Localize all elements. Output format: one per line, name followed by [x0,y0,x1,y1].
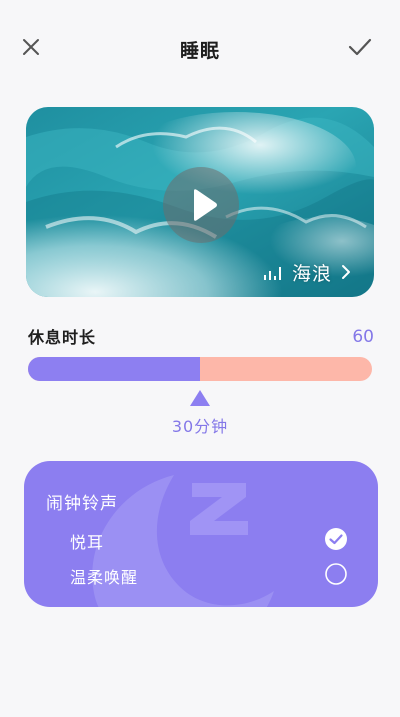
alarm-title: 闹钟铃声 [46,494,118,514]
duration-slider[interactable] [28,357,372,381]
top-bar: 睡眠 [0,0,400,96]
unchecked-circle-icon[interactable] [324,562,348,586]
slider-thumb-icon[interactable] [189,389,211,407]
duration-value: 30分钟 [171,417,229,436]
alarm-option-pleasant[interactable]: 悦耳 [24,525,378,555]
alarm-card: 闹钟铃声 悦耳 温柔唤醒 [24,461,378,607]
sound-card[interactable]: 海浪 [26,107,374,297]
slider-fill [28,357,200,381]
checked-circle-icon[interactable] [324,527,348,551]
alarm-option-gentle-wake[interactable]: 温柔唤醒 [24,560,378,590]
duration-label: 休息时长 [28,328,97,347]
chevron-right-icon [342,265,351,279]
duration-max-value: 60 [352,327,374,347]
play-icon[interactable] [163,167,239,243]
sound-selector[interactable]: 海浪 [262,259,354,285]
page-title: 睡眠 [179,40,220,62]
check-icon[interactable] [346,34,374,60]
alarm-option-label: 悦耳 [70,533,105,552]
sound-name: 海浪 [292,262,333,285]
sound-bars-icon [264,267,281,280]
alarm-option-label: 温柔唤醒 [70,568,139,587]
